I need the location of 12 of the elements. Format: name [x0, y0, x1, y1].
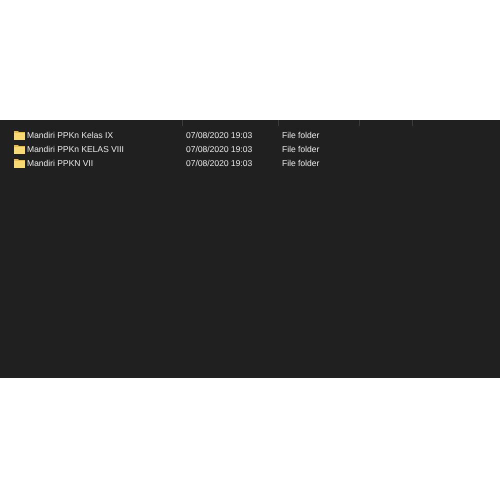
file-name[interactable]: Mandiri PPKn Kelas IX	[27, 130, 113, 140]
date-modified: 07/08/2020 19:03	[186, 130, 252, 140]
date-modified: 07/08/2020 19:03	[186, 158, 252, 168]
file-name[interactable]: Mandiri PPKn KELAS VIII	[27, 144, 124, 154]
folder-icon	[14, 144, 25, 154]
file-type: File folder	[282, 130, 320, 140]
file-name[interactable]: Mandiri PPKN VII	[27, 158, 94, 168]
folder-icon	[14, 130, 25, 140]
file-type: File folder	[282, 158, 320, 168]
folder-icon	[14, 158, 25, 168]
date-modified: 07/08/2020 19:03	[186, 144, 252, 154]
file-type: File folder	[282, 144, 320, 154]
